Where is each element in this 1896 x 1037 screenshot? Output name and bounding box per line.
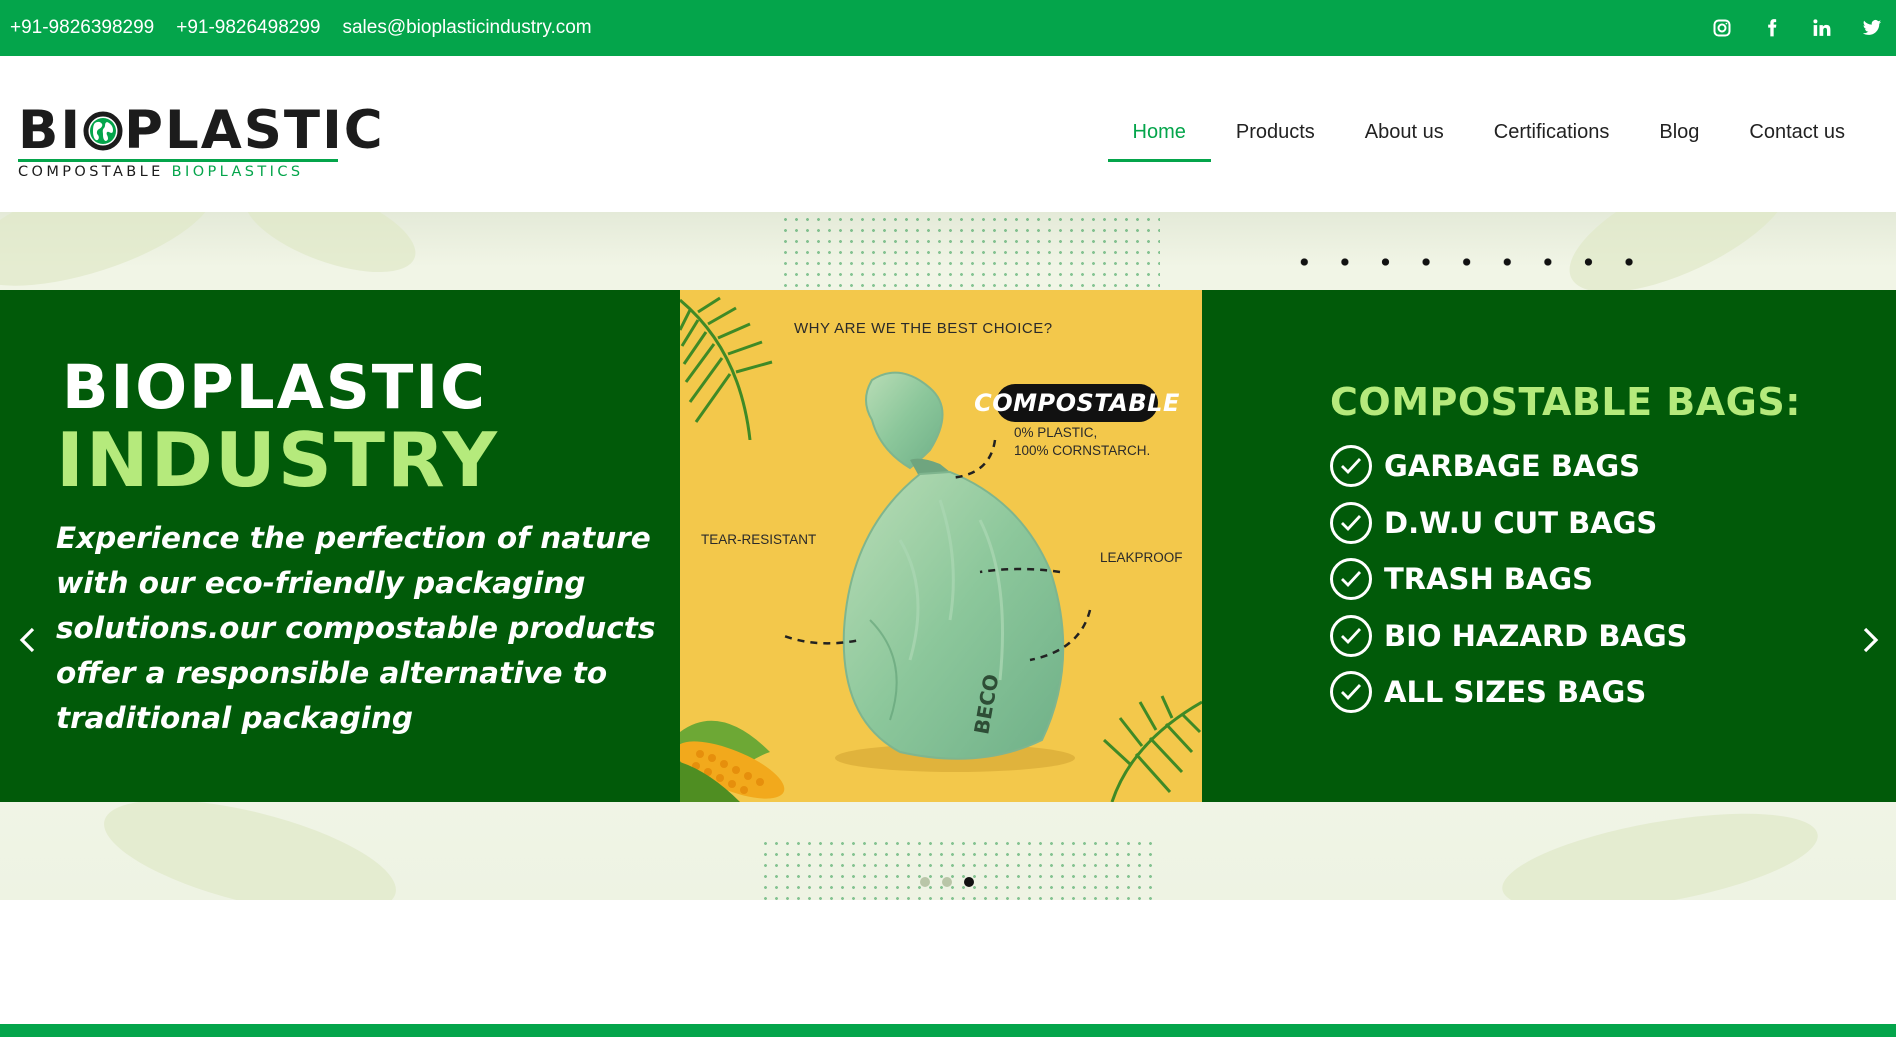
nav-certifications[interactable]: Certifications — [1469, 106, 1635, 162]
slide-intro: BIOPLASTIC INDUSTRY Experience the perfe… — [56, 356, 656, 741]
phone-link-2[interactable]: +91-9826498299 — [176, 17, 320, 39]
check-circle-icon — [1330, 501, 1372, 544]
slider-next-button[interactable] — [1856, 620, 1886, 660]
email-link[interactable]: sales@bioplasticindustry.com — [342, 17, 591, 39]
bag-type-item: D.W.U CUT BAGS — [1330, 495, 1801, 552]
nav-blog[interactable]: Blog — [1634, 106, 1724, 162]
logo-wordmark: BI PLASTIC — [18, 100, 383, 161]
palm-leaf-icon — [1102, 695, 1202, 802]
check-circle-icon — [1330, 558, 1372, 601]
compostable-bag-image: BECO — [780, 371, 1092, 772]
site-header: BI PLASTIC COMPOSTABLE BIOPLASTICS Home … — [0, 56, 1896, 212]
leaf-decoration — [1495, 794, 1825, 900]
social-links — [1710, 16, 1884, 40]
logo-tag-start: COMPOSTABLE — [18, 164, 164, 180]
logo-tagline: COMPOSTABLE BIOPLASTICS — [18, 164, 348, 180]
bag-type-item: GARBAGE BAGS — [1330, 438, 1801, 495]
bag-types-list: COMPOSTABLE BAGS: GARBAGE BAGS D.W.U CUT… — [1330, 380, 1801, 721]
bottom-green-strip — [0, 1024, 1896, 1037]
hero-slider: BIOPLASTIC INDUSTRY Experience the perfe… — [0, 212, 1896, 900]
slider-indicators — [920, 877, 974, 887]
facebook-icon[interactable] — [1760, 16, 1784, 40]
linkedin-icon[interactable] — [1810, 16, 1834, 40]
check-circle-icon — [1330, 614, 1372, 657]
hero-slide: BIOPLASTIC INDUSTRY Experience the perfe… — [0, 290, 1896, 802]
logo-word-start: BI — [18, 100, 83, 161]
bag-type-item: ALL SIZES BAGS — [1330, 664, 1801, 721]
nav-contact-us[interactable]: Contact us — [1724, 106, 1870, 162]
bag-type-label: ALL SIZES BAGS — [1384, 675, 1647, 710]
nav-home[interactable]: Home — [1107, 106, 1212, 162]
phone-link-1[interactable]: +91-9826398299 — [10, 17, 154, 39]
hero-title-line1: BIOPLASTIC — [62, 352, 487, 423]
panel-question: WHY ARE WE THE BEST CHOICE? — [794, 320, 1053, 337]
globe-icon — [83, 109, 123, 153]
check-circle-icon — [1330, 445, 1372, 488]
hero-description: Experience the perfection of nature with… — [56, 521, 656, 735]
hero-title-line2: INDUSTRY — [56, 416, 499, 504]
product-feature-panel: WHY ARE WE THE BEST CHOICE? COMPOSTABLE … — [680, 290, 1202, 802]
slide-dot-1[interactable] — [920, 877, 930, 887]
black-dots-decoration — [1284, 242, 1664, 286]
slider-prev-button[interactable] — [12, 620, 42, 660]
bag-type-item: TRASH BAGS — [1330, 551, 1801, 608]
leakproof-label: LEAKPROOF — [1100, 550, 1183, 565]
bag-type-label: BIO HAZARD BAGS — [1384, 618, 1688, 653]
dot-pattern-top — [780, 214, 1160, 288]
bag-types-heading: COMPOSTABLE BAGS: — [1330, 380, 1801, 424]
bag-type-item: BIO HAZARD BAGS — [1330, 608, 1801, 665]
slide-dot-2[interactable] — [942, 877, 952, 887]
bag-type-label: D.W.U CUT BAGS — [1384, 505, 1658, 540]
bag-type-label: GARBAGE BAGS — [1384, 449, 1641, 484]
logo-word-end: PLASTIC — [124, 100, 385, 161]
site-logo[interactable]: BI PLASTIC COMPOSTABLE BIOPLASTICS — [18, 100, 383, 180]
nav-about-us[interactable]: About us — [1340, 106, 1469, 162]
nav-products[interactable]: Products — [1211, 106, 1340, 162]
main-nav: Home Products About us Certifications Bl… — [1107, 106, 1871, 162]
top-contact-bar: +91-9826398299 +91-9826498299 sales@biop… — [0, 0, 1896, 56]
twitter-icon[interactable] — [1860, 16, 1884, 40]
contact-info: +91-9826398299 +91-9826498299 sales@biop… — [10, 17, 592, 39]
dot-pattern-bottom — [760, 838, 1160, 900]
leaf-decoration — [233, 212, 427, 291]
chevron-left-icon — [19, 627, 35, 653]
check-circle-icon — [1330, 671, 1372, 714]
logo-tag-end: BIOPLASTICS — [171, 164, 304, 180]
chevron-right-icon — [1863, 627, 1879, 653]
bag-type-label: TRASH BAGS — [1384, 562, 1594, 597]
instagram-icon[interactable] — [1710, 16, 1734, 40]
slide-dot-3[interactable] — [964, 877, 974, 887]
